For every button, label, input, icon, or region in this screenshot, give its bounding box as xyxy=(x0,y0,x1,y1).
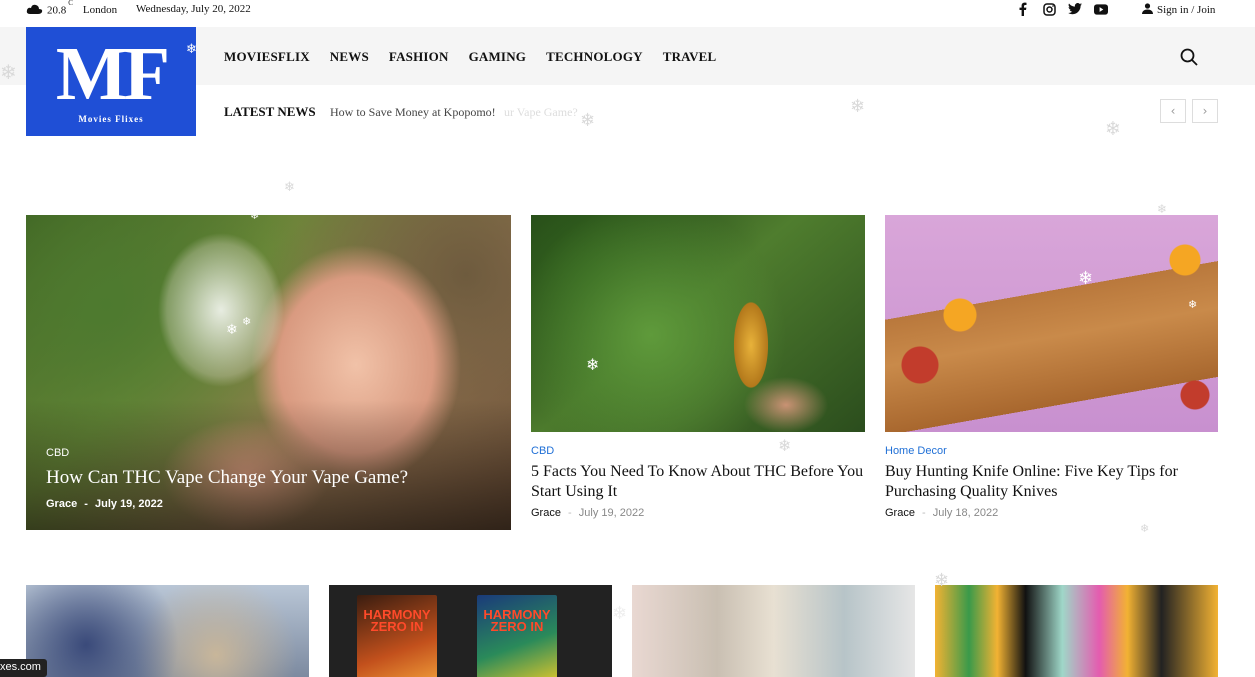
logo-subtitle: Movies Flixes xyxy=(78,114,144,124)
latest-news-label: LATEST NEWS xyxy=(224,104,316,119)
article-author[interactable]: Grace xyxy=(531,507,561,519)
snowflake-icon: ❄ xyxy=(1140,522,1150,535)
article-thumbnail-jewelry[interactable] xyxy=(26,585,309,677)
snowflake-icon: ❄ xyxy=(580,110,596,131)
nav-item-news[interactable]: NEWS xyxy=(330,49,369,65)
sign-in-label: Sign in / Join xyxy=(1157,4,1216,16)
article-thumbnail-fashion[interactable] xyxy=(632,585,915,677)
user-icon xyxy=(1142,3,1153,17)
article-title[interactable]: How Can THC Vape Change Your Vape Game? xyxy=(46,467,408,489)
meta-separator: - xyxy=(568,507,572,519)
nav-item-travel[interactable]: TRAVEL xyxy=(663,49,717,65)
nav-item-technology[interactable]: TECHNOLOGY xyxy=(546,49,643,65)
main-nav: MOVIESFLIX NEWS FASHION GAMING TECHNOLOG… xyxy=(224,49,736,65)
nav-item-moviesflix[interactable]: MOVIESFLIX xyxy=(224,49,310,65)
article-author[interactable]: Grace xyxy=(885,507,915,519)
book-cover: HARMONY ZERO IN xyxy=(357,595,437,677)
article-meta: Grace - July 18, 2022 xyxy=(885,507,1218,519)
article-category[interactable]: CBD xyxy=(46,447,69,459)
book-title: HARMONY ZERO IN xyxy=(483,607,551,634)
meta-separator: - xyxy=(84,498,88,510)
article-date: July 19, 2022 xyxy=(95,498,163,510)
article-title[interactable]: 5 Facts You Need To Know About THC Befor… xyxy=(531,462,865,502)
snowflake-icon: ❄ xyxy=(284,180,295,195)
article-title[interactable]: Buy Hunting Knife Online: Five Key Tips … xyxy=(885,462,1218,502)
featured-article-2[interactable]: CBD 5 Facts You Need To Know About THC B… xyxy=(531,215,865,519)
nav-item-fashion[interactable]: FASHION xyxy=(389,49,449,65)
ticker-next-button[interactable]: › xyxy=(1192,99,1218,123)
weather-city: London xyxy=(82,3,118,16)
facebook-icon[interactable] xyxy=(1016,2,1030,16)
latest-news-ghost-text: ur Vape Game? xyxy=(504,105,578,119)
article-author[interactable]: Grace xyxy=(46,498,77,510)
snowflake-icon: ❄ xyxy=(850,96,866,117)
image-overlay xyxy=(26,400,511,530)
instagram-icon[interactable] xyxy=(1042,2,1056,16)
article-thumbnail-streetstyle[interactable] xyxy=(935,585,1218,677)
snowflake-icon: ❄ xyxy=(612,603,628,624)
article-date: July 18, 2022 xyxy=(932,507,999,519)
article-category[interactable]: CBD xyxy=(531,445,865,457)
twitter-icon[interactable] xyxy=(1068,2,1082,16)
article-meta: Grace - July 19, 2022 xyxy=(531,507,865,519)
cloud-icon xyxy=(26,4,43,15)
temperature: 20.8C xyxy=(47,0,73,17)
domain-badge: xes.com xyxy=(0,659,47,677)
youtube-icon[interactable] xyxy=(1094,2,1108,16)
search-icon[interactable] xyxy=(1180,48,1198,66)
snowflake-icon: ❄ xyxy=(1105,118,1121,140)
book-cover: HARMONY ZERO IN xyxy=(477,595,557,677)
article-thumbnail-books[interactable]: HARMONY ZERO IN HARMONY ZERO IN xyxy=(329,585,612,677)
article-meta: Grace - July 19, 2022 xyxy=(46,498,163,510)
article-image xyxy=(885,215,1218,432)
top-bar: 20.8C London Wednesday, July 20, 2022 Si… xyxy=(0,0,1255,20)
featured-article-main[interactable]: CBD How Can THC Vape Change Your Vape Ga… xyxy=(26,215,511,530)
temperature-unit: C xyxy=(68,0,73,7)
snowflake-icon: ❄ xyxy=(1157,202,1168,216)
article-image xyxy=(531,215,865,432)
latest-news-headline[interactable]: How to Save Money at Kpopomo! xyxy=(330,105,496,120)
nav-item-gaming[interactable]: GAMING xyxy=(469,49,527,65)
current-date: Wednesday, July 20, 2022 xyxy=(136,3,251,15)
article-category[interactable]: Home Decor xyxy=(885,445,1218,457)
sign-in-link[interactable]: Sign in / Join xyxy=(1142,3,1215,17)
meta-separator: - xyxy=(922,507,926,519)
social-links xyxy=(1016,2,1108,16)
book-title: HARMONY ZERO IN xyxy=(363,607,431,634)
article-date: July 19, 2022 xyxy=(578,507,645,519)
featured-article-3[interactable]: Home Decor Buy Hunting Knife Online: Fiv… xyxy=(885,215,1218,519)
ticker-prev-button[interactable]: ‹ xyxy=(1160,99,1186,123)
weather-widget: 20.8C London xyxy=(26,0,118,17)
site-logo[interactable]: MF Movies Flixes xyxy=(26,27,196,136)
logo-mark: MF xyxy=(55,32,170,116)
chevron-left-icon: ‹ xyxy=(1170,104,1176,118)
chevron-right-icon: › xyxy=(1202,104,1208,118)
